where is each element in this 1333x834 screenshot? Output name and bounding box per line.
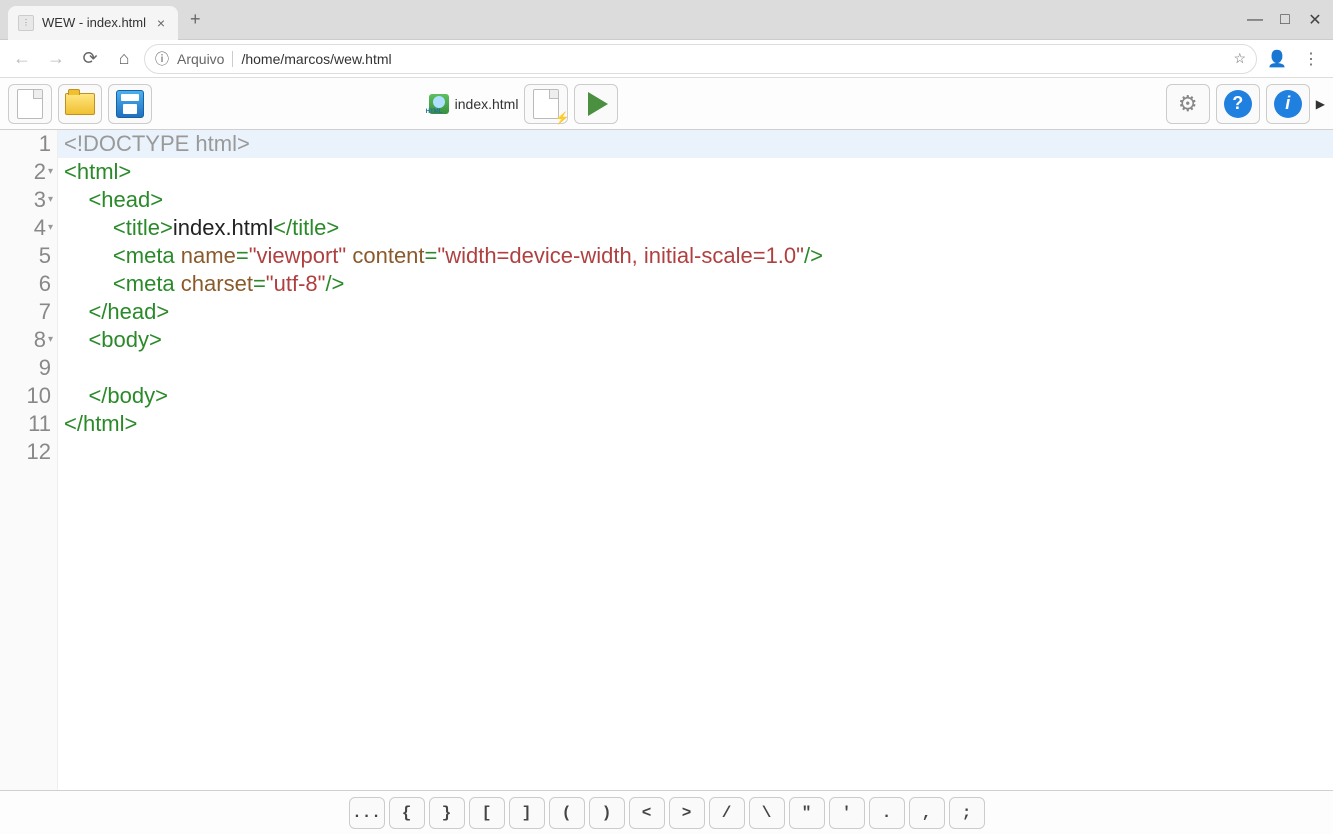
window-controls: — □ ✕ <box>1217 12 1323 28</box>
folder-icon <box>65 93 95 115</box>
document-icon <box>17 89 43 119</box>
symbol-button[interactable]: ] <box>509 797 545 829</box>
symbol-button[interactable]: ; <box>949 797 985 829</box>
play-icon <box>588 92 608 116</box>
line-number: 4▾ <box>0 214 57 242</box>
back-button[interactable]: ← <box>8 45 36 73</box>
profile-icon[interactable]: 👤 <box>1263 45 1291 73</box>
line-number: 3▾ <box>0 186 57 214</box>
code-line[interactable]: </html> <box>58 410 1333 438</box>
symbol-button[interactable]: { <box>389 797 425 829</box>
url-path: /home/marcos/wew.html <box>241 51 391 67</box>
line-number: 9 <box>0 354 57 382</box>
fold-toggle-icon[interactable]: ▾ <box>48 214 53 242</box>
symbol-button[interactable]: ... <box>349 797 385 829</box>
code-line[interactable]: <body> <box>58 326 1333 354</box>
help-icon: ? <box>1224 90 1252 118</box>
browser-addressbar: ← → ⟳ ⌂ ⓘ Arquivo /home/marcos/wew.html … <box>0 40 1333 78</box>
dropdown-indicator-icon[interactable] <box>1217 12 1233 28</box>
code-line[interactable]: <meta charset="utf-8"/> <box>58 270 1333 298</box>
code-line[interactable]: <html> <box>58 158 1333 186</box>
url-input[interactable]: ⓘ Arquivo /home/marcos/wew.html ☆ <box>144 44 1257 74</box>
code-line[interactable]: <meta name="viewport" content="width=dev… <box>58 242 1333 270</box>
bookmark-icon[interactable]: ☆ <box>1233 50 1246 67</box>
code-line[interactable] <box>58 354 1333 382</box>
settings-button[interactable]: ⚙ <box>1166 84 1210 124</box>
tab-title: WEW - index.html <box>42 15 146 30</box>
close-tab-icon[interactable]: × <box>154 16 168 30</box>
url-source-label: Arquivo <box>177 51 233 67</box>
code-line[interactable]: </body> <box>58 382 1333 410</box>
line-number: 8▾ <box>0 326 57 354</box>
symbol-button[interactable]: ( <box>549 797 585 829</box>
overflow-menu-icon[interactable]: ▶ <box>1316 97 1325 111</box>
info-icon: i <box>1274 90 1302 118</box>
info-button[interactable]: i <box>1266 84 1310 124</box>
symbol-button[interactable]: ) <box>589 797 625 829</box>
fold-toggle-icon[interactable]: ▾ <box>48 158 53 186</box>
line-number: 6 <box>0 270 57 298</box>
run-button[interactable] <box>574 84 618 124</box>
minimize-icon[interactable]: — <box>1247 12 1263 28</box>
browser-tab[interactable]: ⋮ WEW - index.html × <box>8 6 178 40</box>
symbol-button[interactable]: [ <box>469 797 505 829</box>
gear-icon: ⚙ <box>1178 91 1198 117</box>
forward-button[interactable]: → <box>42 45 70 73</box>
help-button[interactable]: ? <box>1216 84 1260 124</box>
save-file-button[interactable] <box>108 84 152 124</box>
line-number: 10 <box>0 382 57 410</box>
code-line[interactable] <box>58 438 1333 466</box>
quick-action-button[interactable]: ⚡ <box>524 84 568 124</box>
symbol-button[interactable]: \ <box>749 797 785 829</box>
symbol-button[interactable]: } <box>429 797 465 829</box>
home-button[interactable]: ⌂ <box>110 45 138 73</box>
line-number-gutter: 1 2▾3▾4▾5 6 7 8▾9 10 11 12 <box>0 130 58 790</box>
lightning-icon: ⚡ <box>555 111 570 125</box>
code-line[interactable]: <!DOCTYPE html> <box>58 130 1333 158</box>
maximize-icon[interactable]: □ <box>1277 12 1293 28</box>
code-line[interactable]: <head> <box>58 186 1333 214</box>
symbol-button[interactable]: > <box>669 797 705 829</box>
html-file-icon <box>429 94 449 114</box>
editor-toolbar: index.html ⚡ ⚙ ? i ▶ <box>0 78 1333 130</box>
symbol-toolbar: ...{}[]()<>/\"'.,; <box>0 790 1333 834</box>
tab-favicon-icon: ⋮ <box>18 15 34 31</box>
line-number: 5 <box>0 242 57 270</box>
symbol-button[interactable]: < <box>629 797 665 829</box>
info-icon: ⓘ <box>155 49 169 69</box>
new-file-button[interactable] <box>8 84 52 124</box>
window-titlebar: ⋮ WEW - index.html × + — □ ✕ <box>0 0 1333 40</box>
line-number: 1 <box>0 130 57 158</box>
fold-toggle-icon[interactable]: ▾ <box>48 186 53 214</box>
line-number: 11 <box>0 410 57 438</box>
code-content[interactable]: <!DOCTYPE html><html> <head> <title>inde… <box>58 130 1333 790</box>
line-number: 2▾ <box>0 158 57 186</box>
open-file-button[interactable] <box>58 84 102 124</box>
code-line[interactable]: </head> <box>58 298 1333 326</box>
save-icon <box>116 90 144 118</box>
symbol-button[interactable]: / <box>709 797 745 829</box>
new-tab-button[interactable]: + <box>186 5 205 34</box>
line-number: 7 <box>0 298 57 326</box>
symbol-button[interactable]: . <box>869 797 905 829</box>
filename-text: index.html <box>455 96 519 112</box>
browser-menu-icon[interactable]: ⋮ <box>1297 45 1325 73</box>
current-file-label: index.html <box>429 94 519 114</box>
symbol-button[interactable]: ' <box>829 797 865 829</box>
close-window-icon[interactable]: ✕ <box>1307 12 1323 28</box>
reload-button[interactable]: ⟳ <box>76 45 104 73</box>
code-line[interactable]: <title>index.html</title> <box>58 214 1333 242</box>
symbol-button[interactable]: , <box>909 797 945 829</box>
line-number: 12 <box>0 438 57 466</box>
fold-toggle-icon[interactable]: ▾ <box>48 326 53 354</box>
code-editor[interactable]: 1 2▾3▾4▾5 6 7 8▾9 10 11 12 <!DOCTYPE htm… <box>0 130 1333 790</box>
symbol-button[interactable]: " <box>789 797 825 829</box>
